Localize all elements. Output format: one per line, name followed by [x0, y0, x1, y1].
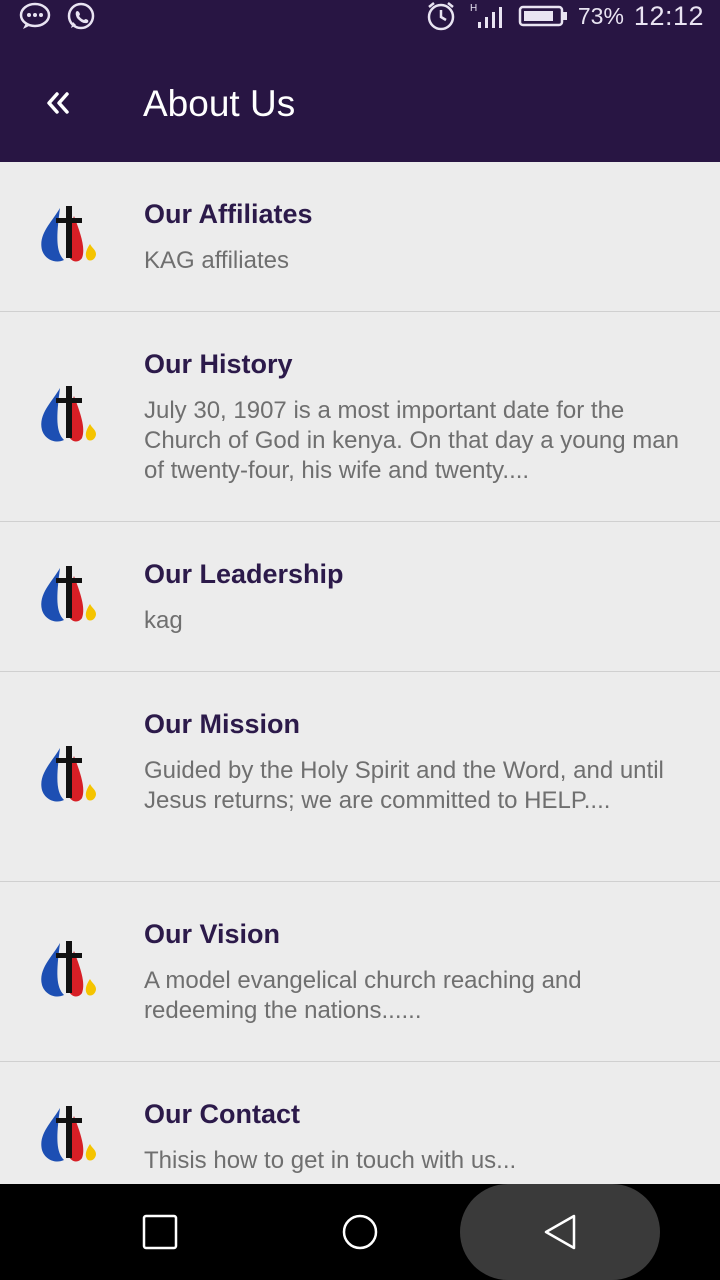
- list-item-contact[interactable]: Our Contact Thisis how to get in touch w…: [0, 1062, 720, 1184]
- status-time: 12:12: [633, 0, 704, 31]
- item-description: A model evangelical church reaching and …: [144, 967, 582, 1024]
- item-description: Thisis how to get in touch with us...: [144, 1147, 517, 1174]
- double-chevron-left-icon: [47, 92, 69, 114]
- page-title: About Us: [143, 83, 296, 124]
- list-item-mission[interactable]: Our Mission Guided by the Holy Spirit an…: [0, 672, 720, 882]
- recents-square-icon: [142, 1214, 178, 1250]
- item-title: Our History: [144, 349, 293, 379]
- signal-icon: H: [470, 3, 502, 28]
- status-left-icons: [18, 0, 98, 32]
- status-right-icons: H 73% 12:12: [424, 0, 704, 32]
- about-list: Our Affiliates KAG affiliates Our Histor…: [0, 162, 720, 1184]
- app-bar: About Us: [0, 45, 720, 162]
- item-title: Our Affiliates: [144, 199, 313, 229]
- church-logo-icon: [41, 746, 96, 802]
- item-description: July 30, 1907 is a most important date f…: [144, 397, 679, 484]
- item-title: Our Vision: [144, 919, 281, 949]
- church-logo-icon: [41, 941, 96, 997]
- church-logo-icon: [41, 1106, 96, 1162]
- alarm-icon: [427, 2, 455, 31]
- back-button[interactable]: [28, 73, 88, 133]
- item-description: KAG affiliates: [144, 247, 289, 274]
- message-icon: [19, 2, 51, 29]
- list-item-affiliates[interactable]: Our Affiliates KAG affiliates: [0, 162, 720, 312]
- system-nav-bar: [0, 1184, 720, 1280]
- recents-button[interactable]: [130, 1202, 190, 1262]
- status-bar: H 73% 12:12: [0, 0, 720, 45]
- svg-text:H: H: [470, 3, 477, 14]
- church-logo-icon: [41, 566, 96, 622]
- list-item-history[interactable]: Our History July 30, 1907 is a most impo…: [0, 312, 720, 522]
- item-title: Our Leadership: [144, 559, 344, 589]
- home-circle-icon: [342, 1214, 378, 1250]
- item-description: Guided by the Holy Spirit and the Word, …: [144, 757, 664, 814]
- battery-percent: 73%: [577, 2, 624, 29]
- list-item-vision[interactable]: Our Vision A model evangelical church re…: [0, 882, 720, 1062]
- church-logo-icon: [41, 206, 96, 262]
- whatsapp-icon: [67, 2, 95, 30]
- back-triangle-icon: [544, 1214, 576, 1250]
- list-item-leadership[interactable]: Our Leadership kag: [0, 522, 720, 672]
- battery-icon: [518, 5, 567, 27]
- item-title: Our Mission: [144, 709, 301, 739]
- church-logo-icon: [41, 386, 96, 442]
- item-description: kag: [144, 607, 183, 634]
- item-title: Our Contact: [144, 1099, 301, 1129]
- nav-back-button[interactable]: [530, 1202, 590, 1262]
- home-button[interactable]: [330, 1202, 390, 1262]
